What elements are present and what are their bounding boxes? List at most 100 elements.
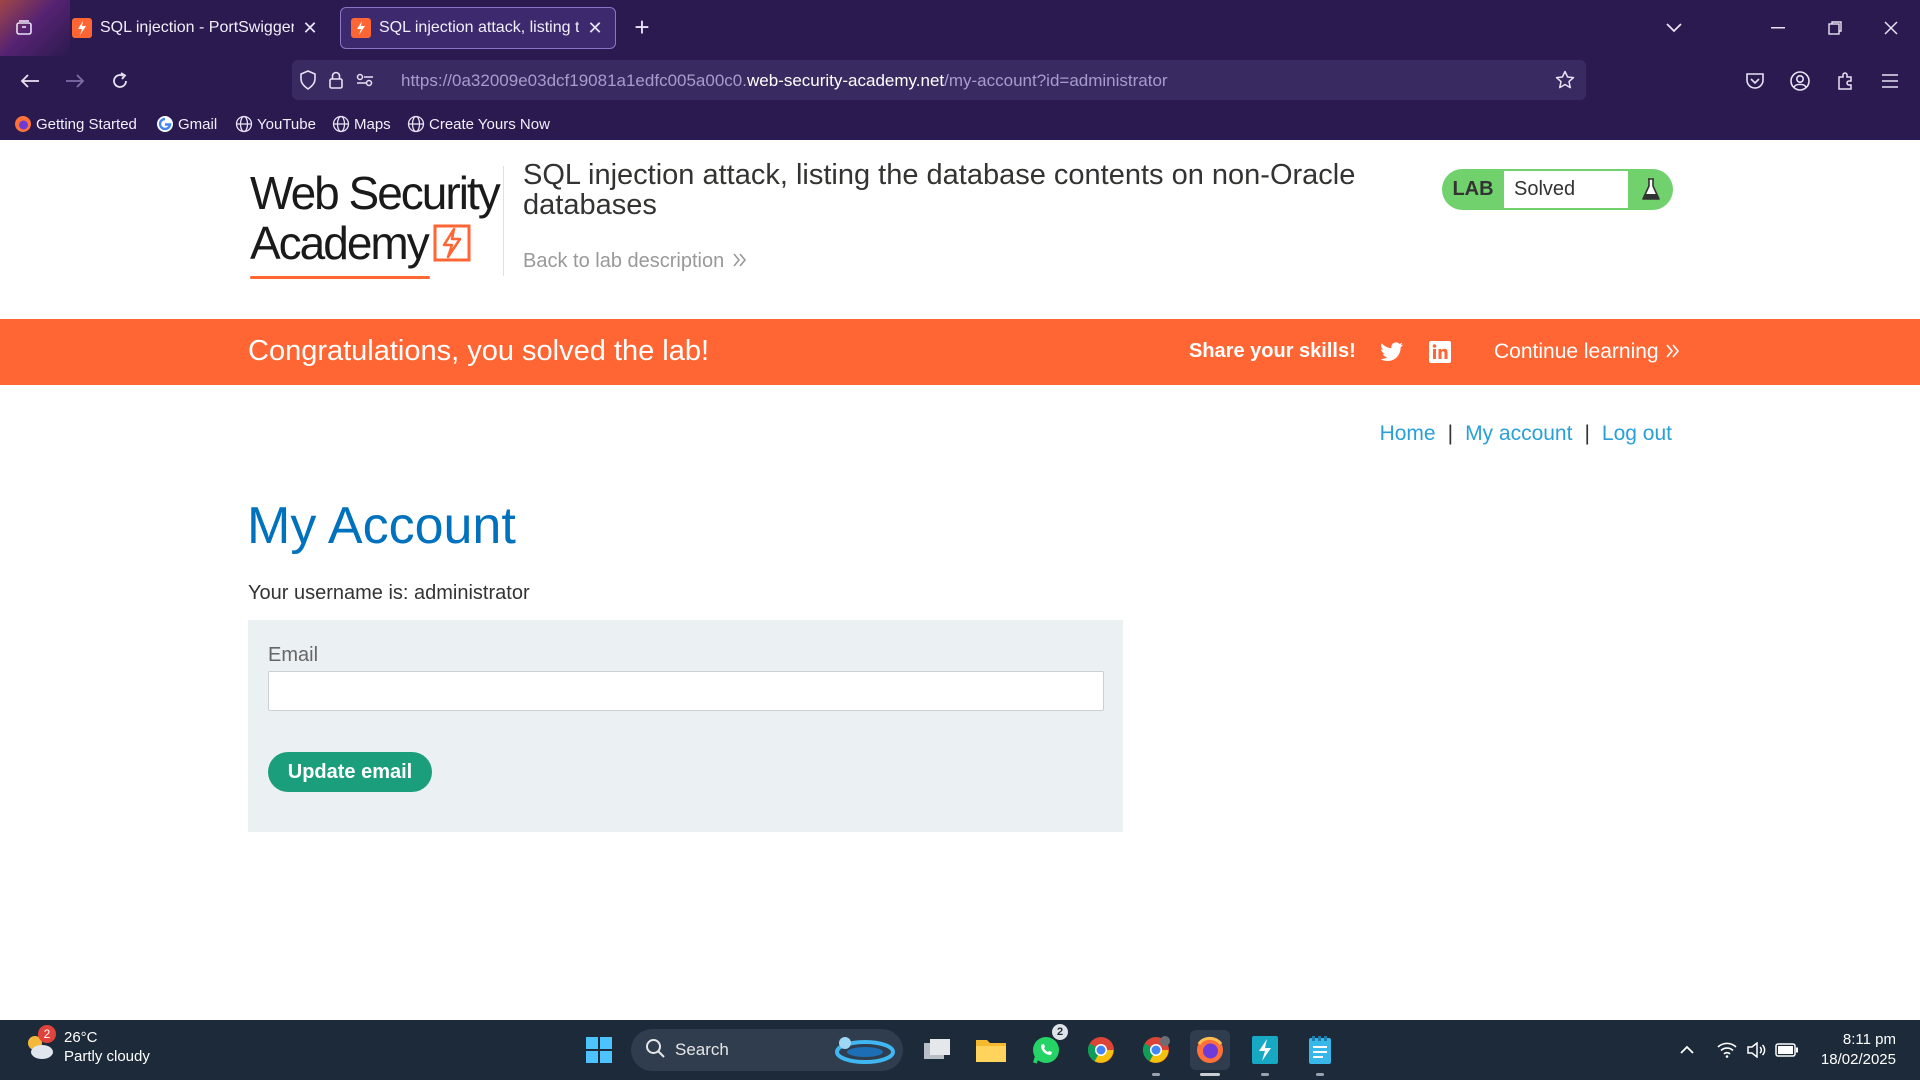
bookmark-maps[interactable]: Maps — [332, 113, 391, 135]
nav-separator: | — [1447, 422, 1454, 445]
url-text[interactable]: https://0a32009e03dcf19081a1edfc005a00c0… — [401, 71, 1168, 91]
close-tab-icon[interactable]: ✕ — [585, 18, 605, 38]
continue-learning-link[interactable]: Continue learning — [1494, 340, 1681, 364]
update-email-button[interactable]: Update email — [268, 752, 432, 792]
pocket-icon[interactable] — [1740, 66, 1770, 96]
system-clock[interactable]: 8:11 pm 18/02/2025 — [1806, 1030, 1896, 1070]
restore-icon[interactable] — [1815, 10, 1855, 46]
battery-icon[interactable] — [1774, 1038, 1800, 1062]
running-indicator — [1261, 1073, 1269, 1076]
burp-suite-icon[interactable] — [1245, 1030, 1285, 1070]
star-icon[interactable] — [1554, 69, 1576, 91]
reload-icon[interactable] — [105, 66, 135, 96]
back-to-lab-description-link[interactable]: Back to lab description — [523, 250, 748, 273]
share-your-skills-label: Share your skills! — [1189, 340, 1356, 362]
running-indicator — [1316, 1073, 1324, 1076]
address-bar[interactable]: https://0a32009e03dcf19081a1edfc005a00c0… — [292, 60, 1586, 100]
bookmark-create-yours-now[interactable]: Create Yours Now — [407, 113, 550, 135]
log-out-link[interactable]: Log out — [1602, 422, 1672, 446]
taskbar-search[interactable]: Search — [631, 1029, 903, 1071]
google-icon — [156, 115, 174, 133]
lab-title: SQL injection attack, listing the databa… — [523, 159, 1356, 221]
bookmark-label: Getting Started — [36, 115, 137, 133]
page-title: My Account — [247, 497, 516, 555]
lab-status-widget: LAB Solved — [1442, 169, 1673, 210]
logo-underline — [250, 276, 430, 279]
firefox-icon[interactable] — [1190, 1030, 1230, 1070]
tab-list-icon[interactable] — [10, 14, 38, 42]
search-icon — [645, 1038, 665, 1063]
new-tab-icon[interactable]: + — [628, 14, 656, 42]
chrome-profile-icon[interactable] — [1136, 1030, 1176, 1070]
chevron-up-icon[interactable] — [1676, 1038, 1698, 1062]
logo-line-2-text: Academy — [250, 217, 430, 269]
linkedin-icon[interactable] — [1425, 337, 1455, 367]
bookmark-gmail[interactable]: Gmail — [156, 113, 217, 135]
nav-separator: | — [1584, 422, 1590, 445]
lab-tag: LAB — [1452, 178, 1494, 200]
logo-line-1: Web Security — [250, 167, 501, 219]
whatsapp-badge: 2 — [1052, 1024, 1068, 1040]
bookmark-youtube[interactable]: YouTube — [235, 113, 316, 135]
bookmark-getting-started[interactable]: Getting Started — [14, 113, 137, 135]
close-window-icon[interactable] — [1871, 10, 1911, 46]
email-input[interactable] — [268, 671, 1104, 711]
back-arrow-icon[interactable] — [15, 66, 45, 96]
whatsapp-icon[interactable]: 2 — [1026, 1024, 1068, 1070]
url-host: web-security-academy.net — [746, 71, 945, 90]
portswigger-icon — [351, 18, 371, 38]
clock-time: 8:11 pm — [1842, 1031, 1896, 1048]
search-highlight-icon — [835, 1037, 895, 1064]
shield-icon[interactable] — [297, 69, 319, 91]
tab-label: SQL injection - PortSwigger — [100, 19, 294, 36]
lock-icon[interactable] — [325, 69, 347, 91]
close-tab-icon[interactable]: ✕ — [300, 18, 320, 38]
bookmark-label: Maps — [354, 115, 391, 133]
globe-icon — [332, 115, 350, 133]
extensions-icon[interactable] — [1830, 66, 1860, 96]
bookmark-label: YouTube — [257, 115, 316, 133]
windows-taskbar: 2 26°C Partly cloudy Search 2 8:11 pm 18… — [0, 1020, 1920, 1080]
continue-learning-label: Continue learning — [1494, 340, 1659, 363]
browser-nav-bar: https://0a32009e03dcf19081a1edfc005a00c0… — [0, 56, 1920, 106]
wifi-icon[interactable] — [1715, 1038, 1739, 1062]
globe-icon — [235, 115, 253, 133]
portswigger-icon — [72, 18, 92, 38]
chevron-down-icon[interactable] — [1660, 14, 1688, 42]
firefox-icon — [14, 115, 32, 133]
logo-line-2: Academy — [250, 218, 500, 268]
double-chevron-right-icon — [1665, 340, 1681, 364]
permissions-icon[interactable] — [354, 69, 376, 91]
bookmark-label: Create Yours Now — [429, 115, 550, 133]
windows-start-icon[interactable] — [579, 1030, 619, 1070]
congratulations-message: Congratulations, you solved the lab! — [248, 335, 710, 367]
weather-widget[interactable]: 2 26°C Partly cloudy — [22, 1025, 150, 1066]
forward-arrow-icon[interactable] — [60, 66, 90, 96]
account-nav: Home | My account | Log out — [1380, 422, 1672, 446]
browser-tab-bar: SQL injection - PortSwigger ✕ SQL inject… — [0, 0, 1920, 56]
volume-icon[interactable] — [1744, 1038, 1768, 1062]
my-account-link[interactable]: My account — [1465, 422, 1572, 446]
file-explorer-icon[interactable] — [971, 1030, 1011, 1070]
lab-status-text: Solved — [1504, 171, 1628, 208]
lab-solved-banner: Congratulations, you solved the lab! Sha… — [0, 319, 1920, 385]
url-prefix: https://0a32009e03dcf19081a1edfc005a00c0… — [401, 71, 747, 90]
account-icon[interactable] — [1785, 66, 1815, 96]
tab-label: SQL injection attack, listing the — [379, 19, 579, 36]
chrome-icon[interactable] — [1081, 1030, 1121, 1070]
globe-icon — [407, 115, 425, 133]
twitter-icon[interactable] — [1377, 337, 1407, 367]
notepad-icon[interactable] — [1300, 1030, 1340, 1070]
home-link[interactable]: Home — [1380, 422, 1436, 446]
minimize-icon[interactable] — [1758, 10, 1798, 46]
browser-tab-sql-injection[interactable]: SQL injection - PortSwigger ✕ — [62, 7, 330, 49]
clock-date: 18/02/2025 — [1820, 1051, 1896, 1068]
search-label: Search — [675, 1040, 729, 1059]
browser-tab-lab[interactable]: SQL injection attack, listing the ✕ — [340, 7, 616, 49]
hamburger-menu-icon[interactable] — [1875, 66, 1905, 96]
username-text: Your username is: administrator — [248, 582, 530, 604]
task-view-icon[interactable] — [917, 1030, 957, 1070]
double-chevron-right-icon — [732, 250, 748, 273]
web-security-academy-logo[interactable]: Web Security Academy — [250, 167, 501, 279]
email-label: Email — [268, 644, 319, 666]
